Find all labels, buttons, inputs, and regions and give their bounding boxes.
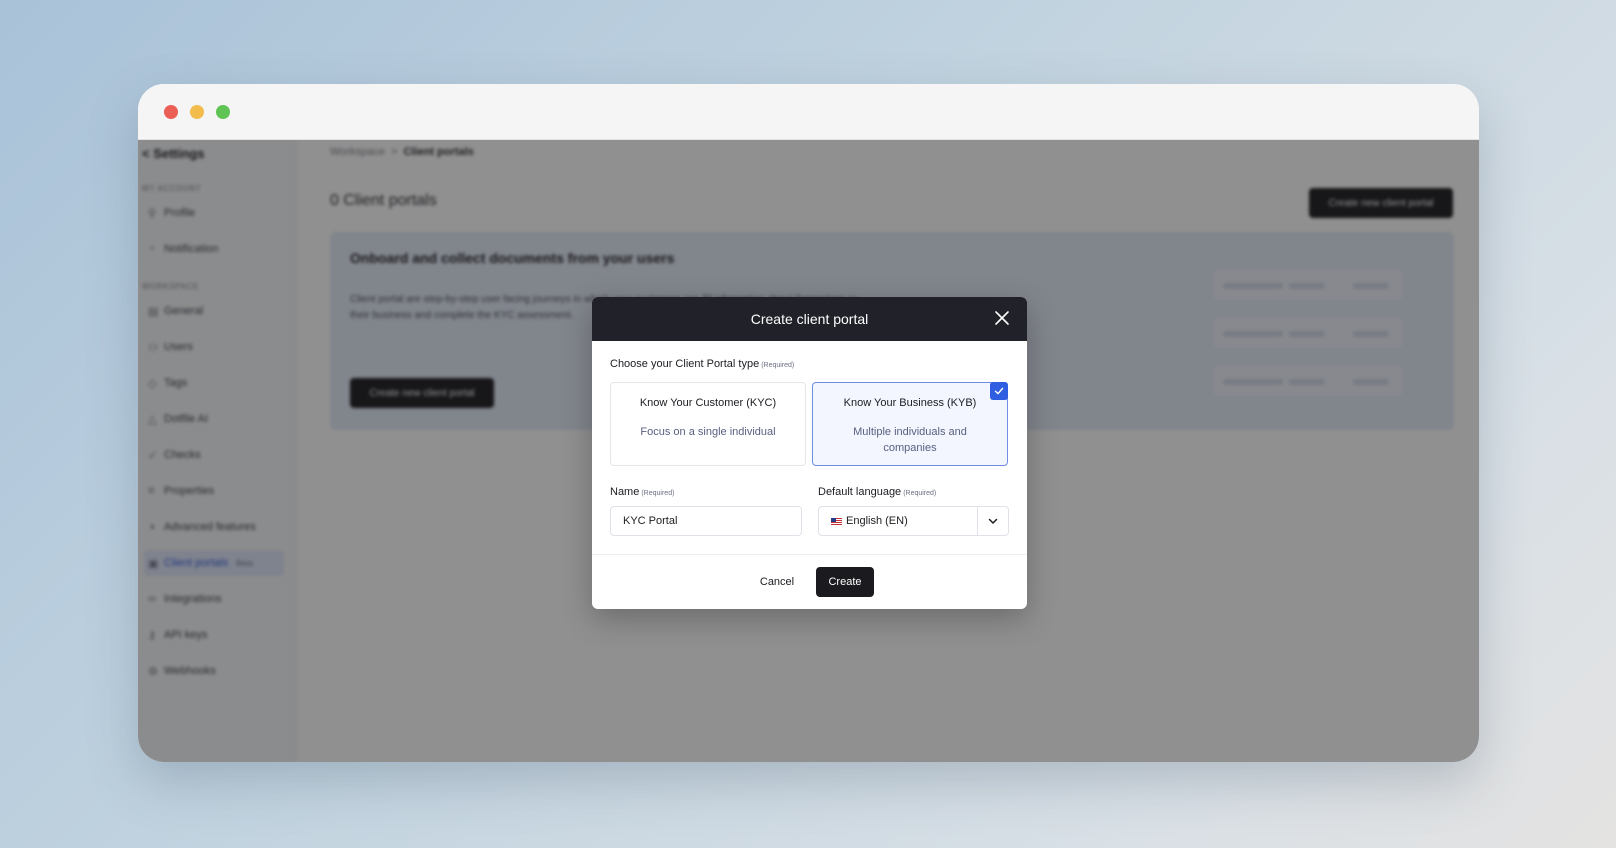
required-tag: (Required) xyxy=(903,490,937,497)
minimize-window-button[interactable] xyxy=(190,105,204,119)
chevron-down-icon[interactable] xyxy=(977,507,1008,535)
name-label: Name (Required) xyxy=(610,486,674,498)
name-label-text: Name xyxy=(610,486,640,498)
required-tag: (Required) xyxy=(641,490,675,497)
required-tag: (Required) xyxy=(761,362,795,369)
create-portal-dialog: Create client portal Choose your Client … xyxy=(592,297,1027,609)
dialog-title: Create client portal xyxy=(750,311,869,327)
option-kyc[interactable]: Know Your Customer (KYC) Focus on a sing… xyxy=(610,382,806,466)
dialog-header: Create client portal xyxy=(592,297,1027,341)
portal-type-label-text: Choose your Client Portal type xyxy=(610,358,760,370)
option-kyb-title: Know Your Business (KYB) xyxy=(843,397,977,409)
window-titlebar xyxy=(138,84,1479,140)
language-label: Default language (Required) xyxy=(818,486,936,498)
option-kyc-title: Know Your Customer (KYC) xyxy=(639,397,777,409)
checkmark-icon xyxy=(990,382,1008,400)
option-kyc-description: Focus on a single individual xyxy=(640,426,776,438)
close-window-button[interactable] xyxy=(164,105,178,119)
create-button[interactable]: Create xyxy=(816,567,874,597)
maximize-window-button[interactable] xyxy=(216,105,230,119)
portal-type-label: Choose your Client Portal type (Required) xyxy=(610,358,794,370)
close-icon[interactable] xyxy=(993,309,1011,327)
language-label-text: Default language xyxy=(818,486,902,498)
language-value: English (EN) xyxy=(846,515,908,527)
name-input[interactable] xyxy=(610,506,802,536)
cancel-button[interactable]: Cancel xyxy=(752,567,802,597)
language-select[interactable]: English (EN) xyxy=(818,506,1009,536)
option-kyb-description: Multiple individuals and companies xyxy=(853,426,967,454)
us-flag-icon xyxy=(831,517,842,525)
dialog-footer-divider xyxy=(592,554,1027,555)
option-kyb[interactable]: Know Your Business (KYB) Multiple indivi… xyxy=(812,382,1008,466)
